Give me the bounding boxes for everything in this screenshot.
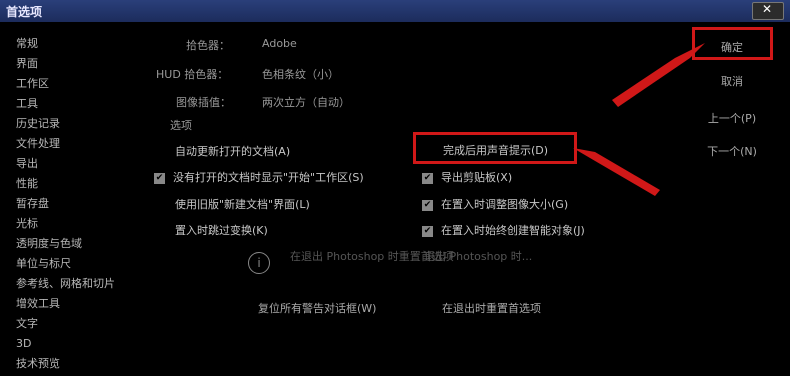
annotation-arrows — [573, 43, 705, 196]
arrow-to-beep — [573, 148, 660, 196]
arrow-to-ok — [612, 43, 705, 107]
